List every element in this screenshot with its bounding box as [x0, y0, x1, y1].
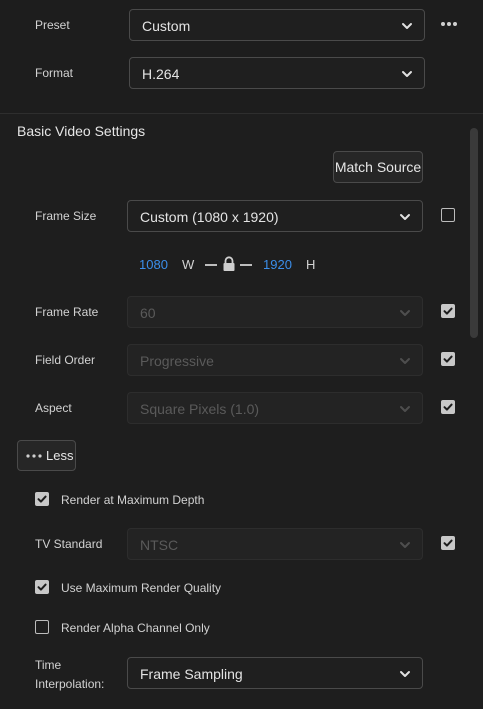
more-icon [26, 454, 42, 458]
preset-dropdown[interactable]: Custom [129, 9, 425, 41]
section-title: Basic Video Settings [17, 123, 146, 139]
frame-rate-checkbox[interactable] [441, 304, 455, 318]
time-interp-label-line2: Interpolation: [35, 677, 105, 691]
frame-size-dropdown[interactable]: Custom (1080 x 1920) [127, 200, 423, 232]
chevron-down-icon [402, 23, 412, 29]
checkmark-icon [443, 355, 453, 363]
format-dropdown[interactable]: H.264 [129, 57, 425, 89]
field-order-dropdown[interactable]: Progressive [127, 344, 423, 376]
chevron-down-icon [400, 214, 410, 220]
preset-value: Custom [142, 18, 191, 34]
lock-icon[interactable] [222, 256, 236, 272]
match-source-button[interactable]: Match Source [333, 151, 423, 183]
chevron-down-icon [400, 671, 410, 677]
checkmark-icon [443, 403, 453, 411]
checkmark-icon [443, 307, 453, 315]
scrollbar-thumb[interactable] [470, 128, 478, 338]
max-render-quality-label[interactable]: Use Maximum Render Quality [61, 581, 221, 595]
aspect-value: Square Pixels (1.0) [140, 401, 260, 417]
field-order-value: Progressive [140, 353, 214, 369]
chevron-down-icon [400, 358, 410, 364]
tv-standard-dropdown[interactable]: NTSC [127, 528, 423, 560]
aspect-checkbox[interactable] [441, 400, 455, 414]
aspect-label: Aspect [35, 401, 72, 415]
frame-size-checkbox[interactable] [441, 208, 455, 222]
tv-standard-value: NTSC [140, 537, 179, 553]
tv-standard-checkbox[interactable] [441, 536, 455, 550]
tv-standard-label: TV Standard [35, 537, 103, 551]
field-order-label: Field Order [35, 353, 96, 367]
format-value: H.264 [142, 66, 180, 82]
field-order-checkbox[interactable] [441, 352, 455, 366]
more-icon[interactable] [440, 20, 458, 28]
time-interp-value: Frame Sampling [140, 666, 243, 682]
chevron-down-icon [400, 310, 410, 316]
checkmark-icon [443, 539, 453, 547]
render-max-depth-label[interactable]: Render at Maximum Depth [61, 493, 204, 507]
top-panel: Preset Custom Format H.264 [0, 0, 483, 114]
less-button[interactable]: Less [17, 440, 76, 471]
aspect-dropdown[interactable]: Square Pixels (1.0) [127, 392, 423, 424]
checkmark-icon [37, 583, 47, 591]
chevron-down-icon [402, 71, 412, 77]
checkmark-icon [37, 495, 47, 503]
frame-rate-label: Frame Rate [35, 305, 99, 319]
alpha-only-label[interactable]: Render Alpha Channel Only [61, 621, 210, 635]
link-line-right [240, 264, 252, 266]
render-max-depth-checkbox[interactable] [35, 492, 49, 506]
max-render-quality-checkbox[interactable] [35, 580, 49, 594]
link-line-left [205, 264, 217, 266]
preset-label: Preset [35, 18, 70, 32]
height-unit: H [306, 257, 316, 272]
width-value[interactable]: 1080 [139, 257, 168, 272]
height-value[interactable]: 1920 [263, 257, 292, 272]
frame-size-value: Custom (1080 x 1920) [140, 209, 279, 225]
time-interp-dropdown[interactable]: Frame Sampling [127, 657, 423, 689]
time-interp-label-line1: Time [35, 658, 62, 672]
width-unit: W [182, 257, 195, 272]
alpha-only-checkbox[interactable] [35, 620, 49, 634]
frame-rate-value: 60 [140, 305, 156, 321]
chevron-down-icon [400, 542, 410, 548]
less-label: Less [46, 448, 74, 463]
format-label: Format [35, 66, 74, 80]
frame-size-label: Frame Size [35, 209, 97, 223]
frame-rate-dropdown[interactable]: 60 [127, 296, 423, 328]
chevron-down-icon [400, 406, 410, 412]
